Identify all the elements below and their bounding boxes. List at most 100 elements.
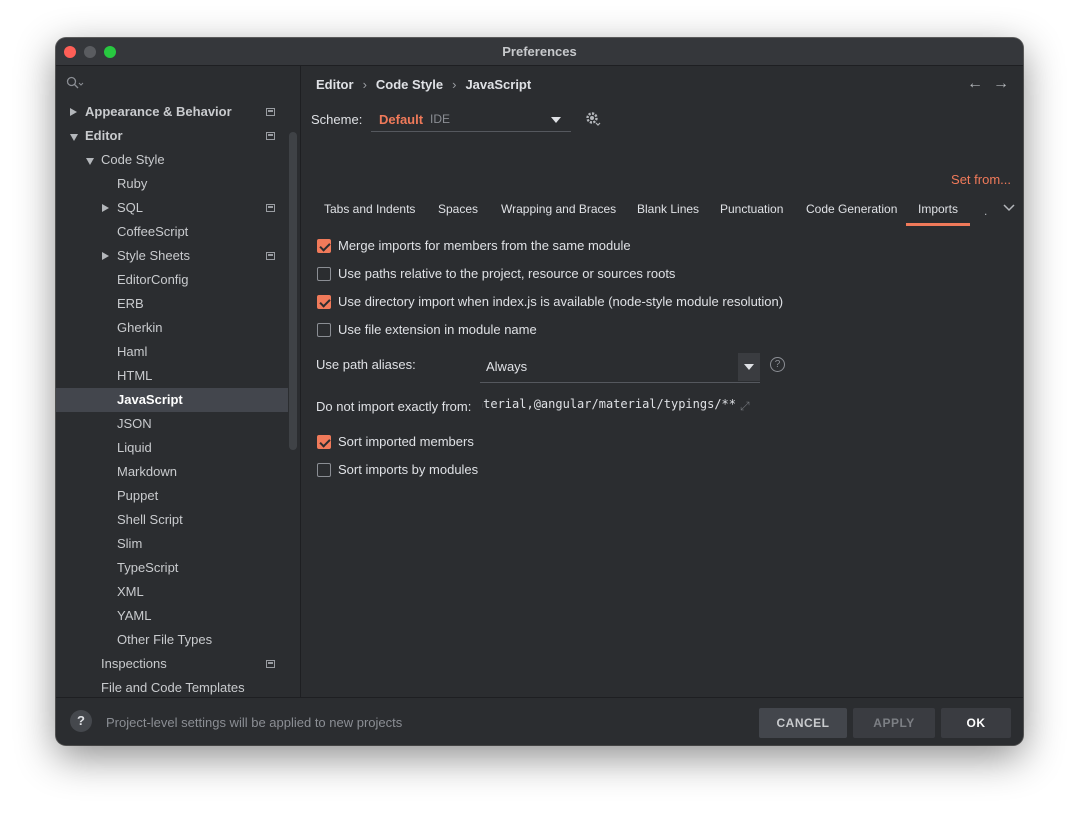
sidebar-item-label: Gherkin bbox=[117, 320, 163, 335]
sidebar-item-label: Code Style bbox=[101, 152, 165, 167]
window-title: Preferences bbox=[502, 44, 577, 59]
tab-code-generation[interactable]: Code Generation bbox=[806, 202, 897, 216]
path-aliases-label: Use path aliases: bbox=[316, 357, 416, 372]
sidebar-item-label: Shell Script bbox=[117, 512, 183, 527]
option-label: Sort imported members bbox=[338, 434, 474, 449]
exclude-label: Do not import exactly from: bbox=[316, 399, 472, 414]
sidebar-item-appearance-behavior[interactable]: Appearance & Behavior bbox=[56, 100, 288, 124]
exclude-paths-value: aterial,@angular/material/typings/** bbox=[482, 397, 736, 411]
sidebar-item-label: Inspections bbox=[101, 656, 167, 671]
exclude-paths-field[interactable]: aterial,@angular/material/typings/** bbox=[482, 397, 736, 417]
sidebar-item-label: Editor bbox=[85, 128, 123, 143]
forward-arrow-icon[interactable]: → bbox=[993, 75, 1009, 92]
tab-punctuation[interactable]: Punctuation bbox=[720, 202, 783, 216]
apply-button[interactable]: APPLY bbox=[853, 708, 935, 738]
sidebar-item-html[interactable]: HTML bbox=[56, 364, 288, 388]
sidebar-item-label: Haml bbox=[117, 344, 148, 359]
sidebar-item-json[interactable]: JSON bbox=[56, 412, 288, 436]
sidebar-item-label: ERB bbox=[117, 296, 144, 311]
sidebar-item-yaml[interactable]: YAML bbox=[56, 604, 288, 628]
sidebar-item-gherkin[interactable]: Gherkin bbox=[56, 316, 288, 340]
path-aliases-value: Always bbox=[486, 359, 528, 374]
breadcrumb: Editor › Code Style › JavaScript bbox=[316, 77, 531, 92]
option-label: Use file extension in module name bbox=[338, 322, 537, 337]
sidebar-item-label: Markdown bbox=[117, 464, 177, 479]
sidebar-item-code-style[interactable]: Code Style bbox=[56, 148, 288, 172]
sidebar-item-label: Puppet bbox=[117, 488, 159, 503]
settings-sidebar: Appearance & Behavior Editor Code Style Rub… bbox=[56, 66, 301, 697]
sidebar-item-editorconfig[interactable]: EditorConfig bbox=[56, 268, 288, 292]
settings-search-input[interactable] bbox=[66, 74, 291, 94]
sidebar-item-style-sheets[interactable]: Style Sheets bbox=[56, 244, 288, 268]
chevron-down-icon[interactable] bbox=[1003, 203, 1015, 213]
ok-button[interactable]: OK bbox=[941, 708, 1011, 738]
breadcrumb-code-style[interactable]: Code Style bbox=[376, 77, 443, 92]
project-scope-icon bbox=[266, 132, 275, 140]
checkbox[interactable] bbox=[317, 239, 331, 253]
sidebar-item-sql[interactable]: SQL bbox=[56, 196, 288, 220]
sidebar-item-label: XML bbox=[117, 584, 144, 599]
scheme-type: IDE bbox=[430, 112, 451, 126]
sidebar-item-shell-script[interactable]: Shell Script bbox=[56, 508, 288, 532]
settings-content: Editor › Code Style › JavaScript ← → Scheme: … bbox=[302, 66, 1023, 697]
navigation-arrows: ← → bbox=[957, 75, 1009, 93]
checkbox[interactable] bbox=[317, 463, 331, 477]
sidebar-item-liquid[interactable]: Liquid bbox=[56, 436, 288, 460]
breadcrumb-separator: › bbox=[362, 77, 367, 92]
tab-wrapping-and-braces[interactable]: Wrapping and Braces bbox=[501, 202, 616, 216]
expand-icon[interactable]: ⤢ bbox=[740, 399, 750, 414]
chevron-down-icon bbox=[551, 117, 561, 123]
sidebar-item-label: JavaScript bbox=[117, 392, 183, 407]
sidebar-scrollbar[interactable] bbox=[289, 132, 297, 450]
help-icon[interactable]: ? bbox=[770, 357, 785, 372]
sidebar-item-haml[interactable]: Haml bbox=[56, 340, 288, 364]
tab-tabs-and-indents[interactable]: Tabs and Indents bbox=[324, 202, 415, 216]
sidebar-item-other-file-types[interactable]: Other File Types bbox=[56, 628, 288, 652]
collapsed-arrow-icon[interactable] bbox=[102, 204, 109, 212]
sidebar-item-label: TypeScript bbox=[117, 560, 179, 575]
sidebar-item-puppet[interactable]: Puppet bbox=[56, 484, 288, 508]
sidebar-item-ruby[interactable]: Ruby bbox=[56, 172, 288, 196]
project-scope-icon bbox=[266, 660, 275, 668]
sidebar-item-label: Style Sheets bbox=[117, 248, 190, 263]
sidebar-item-label: Ruby bbox=[117, 176, 148, 191]
tab-spaces[interactable]: Spaces bbox=[438, 202, 478, 216]
breadcrumb-editor[interactable]: Editor bbox=[316, 77, 354, 92]
sidebar-item-label: CoffeeScript bbox=[117, 224, 189, 239]
checkbox[interactable] bbox=[317, 435, 331, 449]
sidebar-item-label: JSON bbox=[117, 416, 152, 431]
collapsed-arrow-icon[interactable] bbox=[70, 108, 77, 116]
cancel-button[interactable]: CANCEL bbox=[759, 708, 847, 738]
sidebar-item-erb[interactable]: ERB bbox=[56, 292, 288, 316]
expanded-arrow-icon[interactable] bbox=[86, 158, 94, 165]
checkbox[interactable] bbox=[317, 323, 331, 337]
sidebar-item-coffeescript[interactable]: CoffeeScript bbox=[56, 220, 288, 244]
dialog-footer: ? Project-level settings will be applied… bbox=[56, 697, 1023, 745]
expanded-arrow-icon[interactable] bbox=[70, 134, 78, 141]
tab-imports[interactable]: Imports bbox=[906, 202, 971, 226]
sidebar-item-editor[interactable]: Editor bbox=[56, 124, 288, 148]
tab-blank-lines[interactable]: Blank Lines bbox=[637, 202, 699, 216]
sidebar-item-xml[interactable]: XML bbox=[56, 580, 288, 604]
sidebar-item-slim[interactable]: Slim bbox=[56, 532, 288, 556]
sidebar-item-typescript[interactable]: TypeScript bbox=[56, 556, 288, 580]
option-label: Use paths relative to the project, resou… bbox=[338, 266, 676, 281]
gear-icon[interactable] bbox=[584, 110, 602, 128]
path-aliases-dropdown[interactable]: Always bbox=[480, 353, 760, 383]
title-bar: Preferences bbox=[56, 38, 1023, 66]
back-arrow-icon[interactable]: ← bbox=[967, 75, 983, 92]
project-scope-icon bbox=[266, 108, 275, 116]
sidebar-item-label: Other File Types bbox=[117, 632, 213, 647]
set-from-link[interactable]: Set from... bbox=[951, 172, 1011, 187]
sidebar-item-markdown[interactable]: Markdown bbox=[56, 460, 288, 484]
option-label: Merge imports for members from the same … bbox=[338, 238, 631, 253]
collapsed-arrow-icon[interactable] bbox=[102, 252, 109, 260]
checkbox[interactable] bbox=[317, 267, 331, 281]
help-button[interactable]: ? bbox=[70, 710, 92, 732]
dropdown-button[interactable] bbox=[738, 353, 760, 381]
scheme-label: Scheme: bbox=[311, 112, 363, 127]
scheme-dropdown[interactable]: Default IDE bbox=[371, 106, 571, 132]
sidebar-item-inspections[interactable]: Inspections bbox=[56, 652, 288, 676]
checkbox[interactable] bbox=[317, 295, 331, 309]
sidebar-item-javascript[interactable]: JavaScript bbox=[56, 388, 288, 412]
